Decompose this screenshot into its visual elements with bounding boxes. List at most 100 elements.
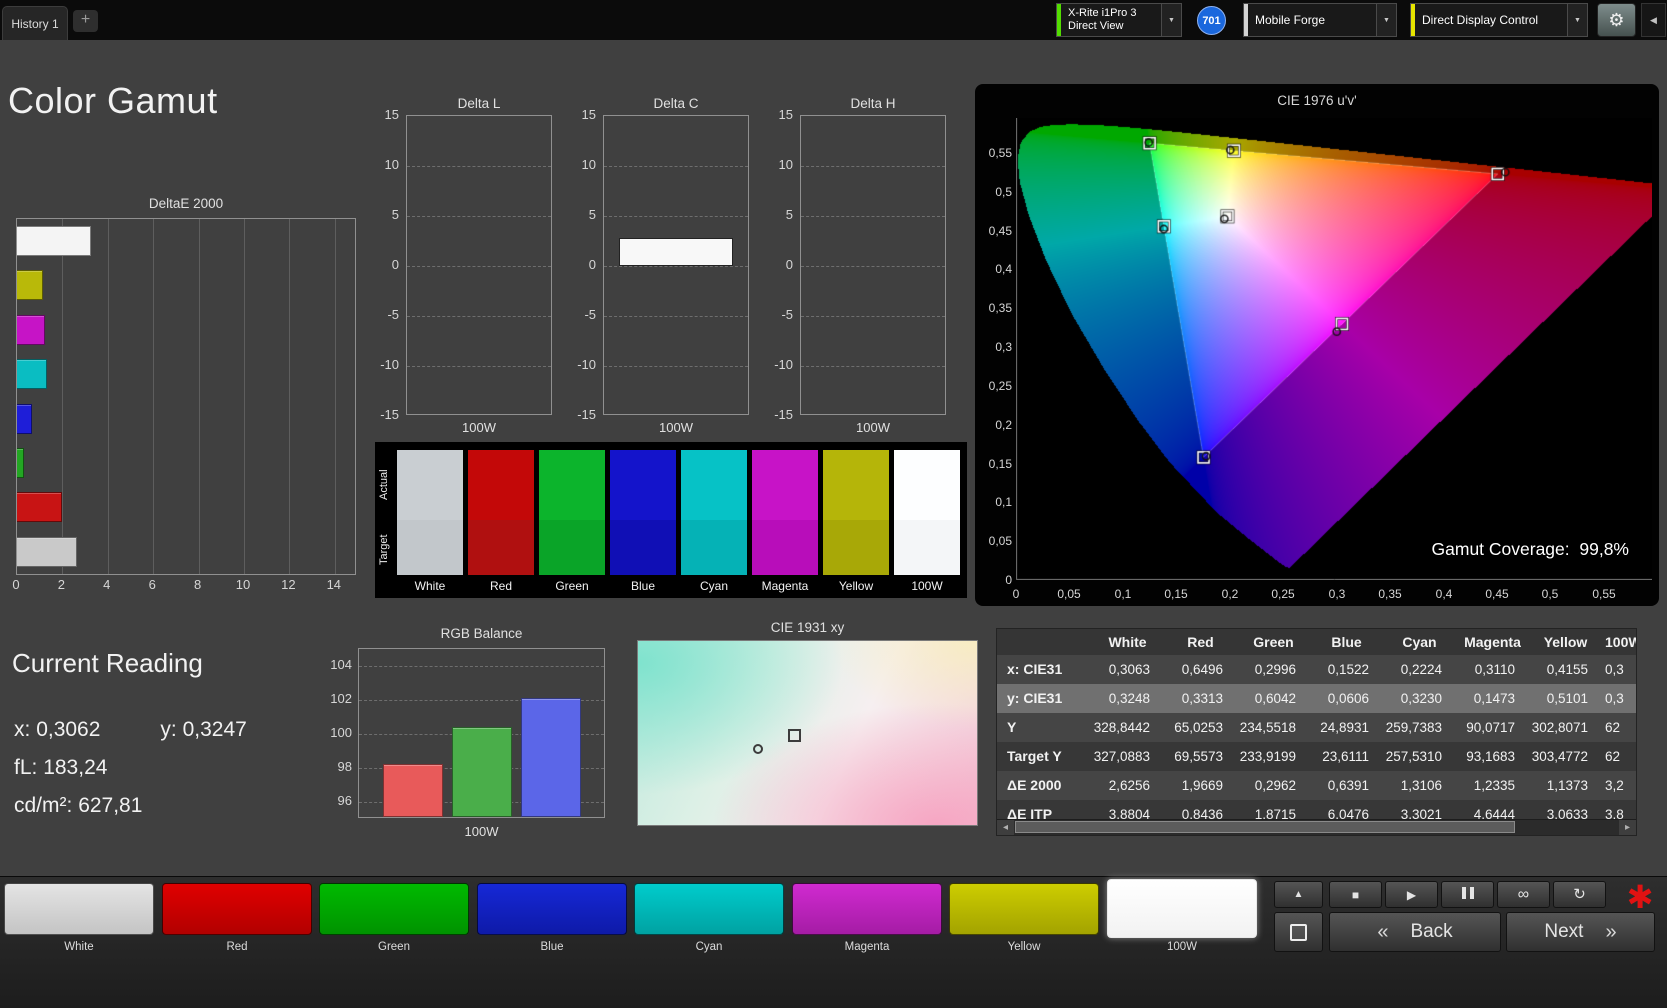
table-cell: 302,8071 <box>1531 720 1588 735</box>
rgb-bar-blue <box>521 698 581 817</box>
measured-marker <box>753 744 763 754</box>
y-tick-label: 10 <box>384 157 399 172</box>
swatch-actual <box>752 450 818 520</box>
row-label: Y <box>1007 719 1017 735</box>
chevron-down-icon[interactable]: ▼ <box>1161 4 1181 36</box>
chevron-down-icon[interactable]: ▼ <box>1567 4 1587 36</box>
swatch-column-cyan: Cyan <box>681 450 747 593</box>
column-header: Red <box>1187 634 1214 650</box>
cie1931-plot <box>637 640 978 826</box>
x-reading: x: 0,3062 <box>14 718 100 741</box>
y-tick-label: 5 <box>785 207 793 222</box>
back-button[interactable]: « Back <box>1329 912 1501 952</box>
y-tick-label: 0,15 <box>988 457 1012 471</box>
patch-button-cyan[interactable] <box>634 883 784 935</box>
y-tick-label: 15 <box>384 107 399 122</box>
deltae-bar-100w <box>17 226 91 256</box>
table-row[interactable]: x: CIE31 0,3063 0,6496 0,2996 0,1522 0,2224 0,… <box>997 655 1636 684</box>
table-cell: 0,3230 <box>1400 691 1442 706</box>
swatch-column-white: White <box>397 450 463 593</box>
swatch-column-magenta: Magenta <box>752 450 818 593</box>
y-tick-label: -10 <box>577 357 596 372</box>
table-cell: 62 <box>1605 720 1621 735</box>
y-tick-label: 0,35 <box>988 301 1012 315</box>
source-dropdown[interactable]: Mobile Forge ▼ <box>1243 3 1397 37</box>
y-tick-label: 0,2 <box>995 418 1012 432</box>
table-cell: 0,4155 <box>1546 662 1588 677</box>
patch-button-white[interactable] <box>4 883 154 935</box>
play-button[interactable]: ▶ <box>1385 881 1438 908</box>
play-icon: ▶ <box>1406 887 1417 902</box>
y-tick-label: 0,5 <box>995 185 1012 199</box>
delta-h-plot <box>800 115 946 415</box>
display-control-dropdown[interactable]: Direct Display Control ▼ <box>1410 3 1588 37</box>
gridline <box>62 219 63 574</box>
scrollbar-thumb[interactable] <box>1015 821 1515 833</box>
table-cell: 69,5573 <box>1174 749 1223 764</box>
swatch-column-red: Red <box>468 450 534 593</box>
table-row[interactable]: ΔE 2000 2,6256 1,9669 0,2962 0,6391 1,3106 1,2… <box>997 771 1636 800</box>
scroll-up-button[interactable]: ▲ <box>1274 881 1323 908</box>
meter-dropdown[interactable]: X-Rite i1Pro 3 Direct View ▼ <box>1056 3 1182 37</box>
gridline <box>801 166 945 167</box>
y-tick-label: 15 <box>581 107 596 122</box>
table-row[interactable]: Y 328,8442 65,0253 234,5518 24,8931 259,7383 9… <box>997 713 1636 742</box>
continuous-button[interactable]: ∞ <box>1497 881 1550 908</box>
add-tab-button[interactable]: + <box>73 10 98 32</box>
pause-button[interactable] <box>1441 881 1494 908</box>
patch-button-yellow[interactable] <box>949 883 1099 935</box>
patch-button-green[interactable] <box>319 883 469 935</box>
table-row[interactable]: y: CIE31 0,3248 0,3313 0,6042 0,0606 0,3230 0,… <box>997 684 1636 713</box>
x-tick-label: 14 <box>326 577 342 592</box>
gridline <box>244 219 245 574</box>
next-button[interactable]: Next » <box>1506 912 1655 952</box>
section-title: Current Reading <box>12 648 203 678</box>
y-tick-label: -10 <box>380 357 399 372</box>
app-root: History 1 + X-Rite i1Pro 3 Direct View ▼… <box>0 0 1667 1008</box>
page-title: Color Gamut <box>8 80 218 121</box>
swatch-target <box>823 520 889 575</box>
y-value: 0,3247 <box>182 718 247 741</box>
infinity-icon: ∞ <box>1517 885 1530 903</box>
current-reading: Current Reading x: 0,3062 y: 0,3247 fL: 1… <box>10 648 320 838</box>
column-header: White <box>1108 634 1147 650</box>
y-tick-label: 0 <box>785 257 793 272</box>
y-tick-label: -15 <box>380 407 399 422</box>
scroll-right-button[interactable]: ▸ <box>1619 820 1636 835</box>
table-cell: 0,0606 <box>1327 691 1369 706</box>
swatch-label: White <box>414 579 446 593</box>
patch-button-blue[interactable] <box>477 883 627 935</box>
patch-button-magenta[interactable] <box>792 883 942 935</box>
table-cell: 233,9199 <box>1239 749 1296 764</box>
y-tick-label: 0 <box>588 257 596 272</box>
loop-button[interactable]: ↻ <box>1553 881 1606 908</box>
scrollbar-track[interactable] <box>1014 820 1619 835</box>
double-left-arrow-icon: « <box>1377 920 1389 943</box>
scroll-left-button[interactable]: ◂ <box>997 820 1014 835</box>
patch-label: Green <box>378 941 410 953</box>
table-cell: 0,6042 <box>1254 691 1296 706</box>
patch-button-100w[interactable] <box>1107 879 1257 938</box>
horizontal-scrollbar[interactable]: ◂ ▸ <box>997 819 1636 835</box>
x-tick-label: 2 <box>57 577 66 592</box>
tab-history[interactable]: History 1 <box>2 6 68 40</box>
collapse-panel-button[interactable]: ◀ <box>1641 3 1666 37</box>
rgb-bar-red <box>383 764 443 817</box>
x-tick-label: 6 <box>148 577 156 592</box>
swatch-label: 100W <box>911 579 943 593</box>
patch-button-red[interactable] <box>162 883 312 935</box>
swatch-strip: Actual Target White Red Green Blue Cyan Magen… <box>375 442 967 598</box>
stop-button[interactable]: ■ <box>1329 881 1382 908</box>
settings-button[interactable]: ⚙ <box>1597 3 1636 37</box>
table-row[interactable]: Target Y 327,0883 69,5573 233,9199 23,6111 25… <box>997 742 1636 771</box>
patch-window-button[interactable] <box>1274 912 1323 952</box>
y-axis: 15 10 5 0 -5 -10 -15 <box>572 107 599 422</box>
chart-title: Delta C <box>653 96 699 111</box>
gridline <box>407 366 551 367</box>
table-cell: 65,0253 <box>1174 720 1223 735</box>
delta-c-chart: Delta C 15 10 5 0 -5 -10 -15 100W <box>572 96 752 444</box>
collapse-arrow-icon: ◀ <box>1650 14 1657 25</box>
x-tick-label: 4 <box>103 577 111 592</box>
chevron-down-icon[interactable]: ▼ <box>1376 4 1396 36</box>
top-bar: History 1 + X-Rite i1Pro 3 Direct View ▼… <box>0 0 1667 40</box>
